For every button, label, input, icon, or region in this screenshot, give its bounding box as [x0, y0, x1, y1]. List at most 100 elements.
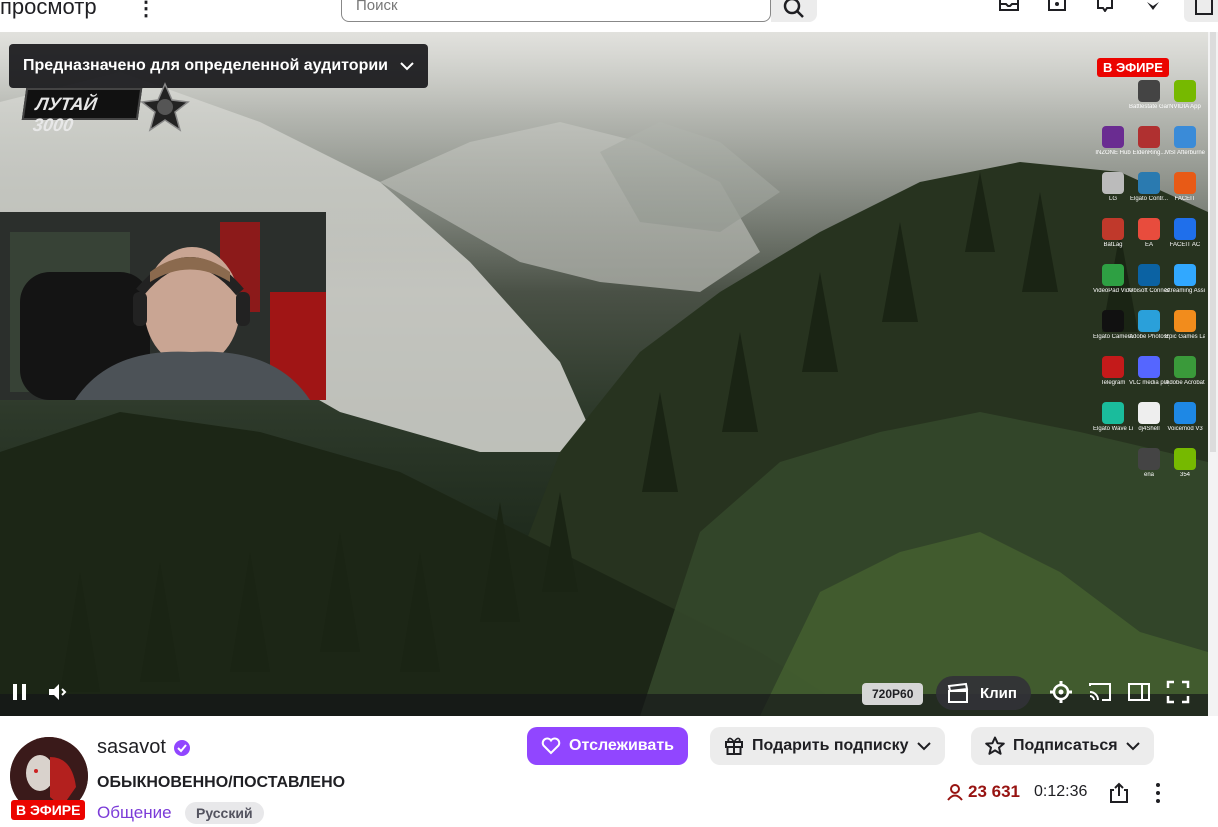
- desktop-shortcut-label: INZONE Hub: [1095, 150, 1131, 156]
- search-placeholder: Поиск: [356, 0, 398, 14]
- app-icon: [1138, 356, 1160, 378]
- desktop-shortcut-label: LG: [1108, 196, 1117, 202]
- desktop-shortcut-label: MSI Afterburner: [1165, 150, 1205, 156]
- desktop-shortcut: Elgato Contr...: [1129, 172, 1169, 216]
- quality-badge: 720P60: [862, 683, 924, 705]
- desktop-shortcut: NVIDIA App: [1165, 80, 1205, 124]
- desktop-shortcut: Ubisoft Connect: [1129, 264, 1169, 308]
- app-icon: [1102, 356, 1124, 378]
- desktop-shortcut: BatLag: [1093, 218, 1133, 262]
- app-icon: [1174, 356, 1196, 378]
- language-tag[interactable]: Русский: [185, 802, 264, 824]
- heart-icon: [541, 737, 561, 755]
- video-player[interactable]: Предназначено для определенной аудитории…: [0, 32, 1208, 716]
- more-options-icon[interactable]: [1148, 780, 1168, 806]
- notifications-icon[interactable]: [1094, 0, 1118, 18]
- cast-icon[interactable]: [1088, 680, 1112, 704]
- desktop-shortcut-label: VLC media player: [1129, 380, 1169, 386]
- inbox-icon[interactable]: [998, 0, 1022, 18]
- desktop-shortcut-label: Ubisoft Connect: [1129, 288, 1169, 294]
- desktop-shortcut-label: Battlestate Games L...: [1129, 104, 1169, 110]
- scrollbar-thumb[interactable]: [1210, 32, 1216, 452]
- search-icon: [783, 0, 804, 18]
- desktop-shortcut: FACEIT AC: [1165, 218, 1205, 262]
- desktop-shortcut-label: EA: [1144, 242, 1153, 248]
- audience-warning-label: Предназначено для определенной аудитории: [23, 57, 389, 74]
- desktop-shortcut: FACEIT: [1165, 172, 1205, 216]
- more-options-icon[interactable]: ⋮: [136, 0, 156, 21]
- user-menu-button[interactable]: [1184, 0, 1218, 22]
- app-icon: [1102, 310, 1124, 332]
- stream-title: ОБЫКНОВЕННО/ПОСТАВЛЕНО: [97, 774, 346, 791]
- app-icon: [1102, 264, 1124, 286]
- viewer-person-icon: [947, 784, 963, 801]
- clip-label: Клип: [980, 684, 1017, 702]
- app-icon: [1102, 126, 1124, 148]
- page-scrollbar[interactable]: [1208, 32, 1218, 716]
- follow-button[interactable]: Отслеживать: [527, 727, 688, 765]
- desktop-shortcut: ena: [1129, 448, 1169, 492]
- volume-icon[interactable]: [46, 680, 70, 704]
- app-icon: [1174, 310, 1196, 332]
- app-icon: [1174, 218, 1196, 240]
- stream-uptime: 0:12:36: [1034, 783, 1088, 800]
- desktop-shortcut: EldenRing...: [1129, 126, 1169, 170]
- app-icon: [1138, 448, 1160, 470]
- search-input[interactable]: Поиск: [341, 0, 771, 22]
- app-icon: [1174, 172, 1196, 194]
- subscribe-button[interactable]: Подписаться: [971, 727, 1154, 765]
- prime-loot-icon[interactable]: [1046, 0, 1070, 18]
- chevron-down-icon: [400, 62, 414, 71]
- star-icon: [985, 736, 1005, 755]
- app-icon: [1174, 264, 1196, 286]
- bits-icon[interactable]: [1142, 0, 1166, 18]
- desktop-shortcut-label: VideoPad Video Editor: [1093, 288, 1133, 294]
- follow-label: Отслеживать: [569, 737, 674, 754]
- verified-icon: [173, 739, 190, 756]
- gift-sub-button[interactable]: Подарить подписку: [710, 727, 945, 765]
- desktop-shortcut: Elgato Camera Hub: [1093, 310, 1133, 354]
- user-avatar-icon: [1195, 0, 1213, 15]
- channel-name-row: sasavot: [97, 736, 190, 759]
- viewer-count-value: 23 631: [968, 782, 1020, 801]
- desktop-shortcut-label: FACEIT AC: [1169, 242, 1201, 248]
- theatre-mode-icon[interactable]: [1127, 680, 1151, 704]
- gift-sub-label: Подарить подписку: [752, 737, 909, 754]
- desktop-shortcut-label: Voicemod V3: [1167, 426, 1203, 432]
- channel-name[interactable]: sasavot: [97, 736, 166, 759]
- clip-button[interactable]: Клип: [936, 676, 1031, 710]
- app-icon: [1102, 402, 1124, 424]
- desktop-shortcut-label: NVIDIA App: [1169, 104, 1201, 110]
- desktop-shortcut-label: Adobe Acrobat: [1165, 380, 1205, 386]
- app-icon: [1138, 310, 1160, 332]
- share-icon[interactable]: [1108, 781, 1130, 805]
- desktop-shortcut: MSI Afterburner: [1165, 126, 1205, 170]
- channel-info-panel: В ЭФИРЕ sasavot ОБЫКНОВЕННО/ПОСТАВЛЕНО О…: [0, 716, 1218, 827]
- app-icon: [1102, 172, 1124, 194]
- desktop-shortcut-label: Telegram: [1100, 380, 1126, 386]
- top-nav-bar: просмотр ⋮ Поиск: [0, 0, 1218, 32]
- desktop-shortcut-label: BatLag: [1103, 242, 1123, 248]
- audience-warning-dropdown[interactable]: Предназначено для определенной аудитории: [9, 44, 429, 88]
- desktop-shortcut: VLC media player: [1129, 356, 1169, 400]
- settings-gear-icon[interactable]: [1049, 680, 1073, 704]
- wolf-badge-icon: [140, 82, 190, 132]
- desktop-shortcut-label: dj4Shell: [1138, 426, 1160, 432]
- pause-icon[interactable]: [10, 680, 30, 704]
- page-title-fragment: просмотр: [0, 0, 97, 19]
- app-icon: [1174, 448, 1196, 470]
- desktop-shortcut: Adobe Acrobat: [1165, 356, 1205, 400]
- gift-icon: [725, 737, 743, 755]
- desktop-shortcut: EA: [1129, 218, 1169, 262]
- viewer-count: 23 631: [946, 782, 1020, 802]
- category-link[interactable]: Общение: [97, 803, 172, 823]
- subscribe-label: Подписаться: [1013, 737, 1118, 754]
- app-icon: [1138, 172, 1160, 194]
- desktop-shortcut-label: FACEIT: [1174, 196, 1196, 202]
- search-button[interactable]: [771, 0, 817, 22]
- desktop-shortcut-label: Elgato Camera Hub: [1093, 334, 1133, 340]
- desktop-shortcut: VideoPad Video Editor: [1093, 264, 1133, 308]
- fullscreen-icon[interactable]: [1166, 680, 1190, 704]
- desktop-shortcut: Epic Games Launcher: [1165, 310, 1205, 354]
- chevron-down-icon: [1125, 742, 1140, 751]
